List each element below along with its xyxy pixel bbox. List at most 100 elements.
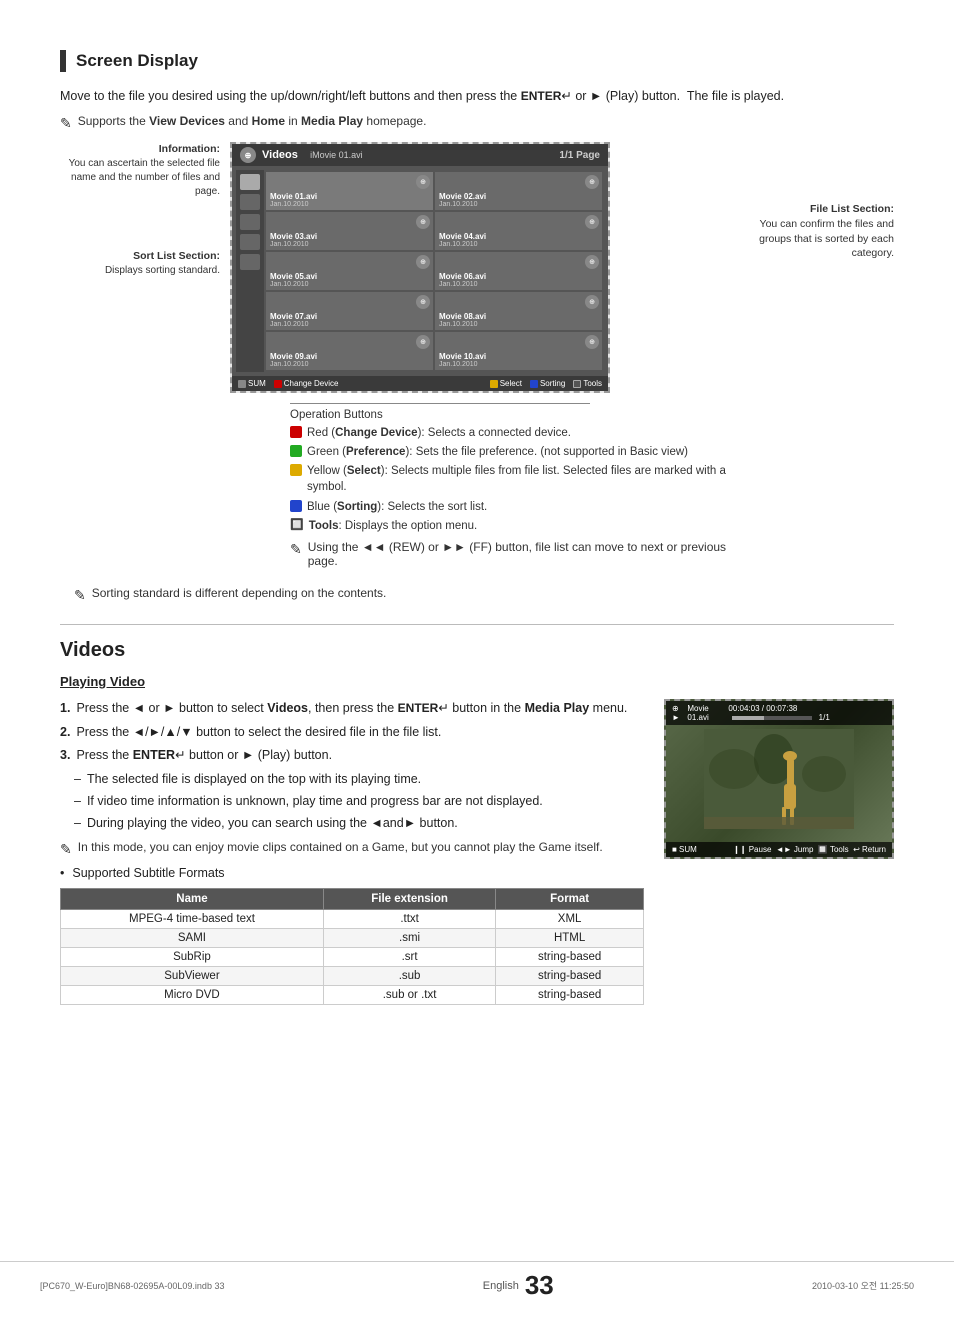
info-label-title: Information: <box>60 142 220 157</box>
screen-display-title: Screen Display <box>76 51 198 71</box>
player-controls: ❙❙ Pause ◄► Jump 🔲 Tools ↩ Return <box>733 845 886 854</box>
op-yellow: Yellow (Select): Selects multiple files … <box>290 463 734 495</box>
tv-file-2: ⊕ Movie 02.avi Jan.10.2010 <box>435 172 602 210</box>
playing-video-title: Playing Video <box>60 674 894 689</box>
op-blue: Blue (Sorting): Selects the sort list. <box>290 499 734 515</box>
diagram-labels-left: Information: You can ascertain the selec… <box>60 142 230 576</box>
note-icon-4: ✎ <box>60 841 72 858</box>
subtitle-formats-heading-point: • Supported Subtitle Formats <box>60 866 644 880</box>
file-icon-4: ⊕ <box>585 215 599 229</box>
tv-file-6: ⊕ Movie 06.avi Jan.10.2010 <box>435 252 602 290</box>
file-icon-2: ⊕ <box>585 175 599 189</box>
file-list-body: You can confirm the files and groups tha… <box>744 217 894 261</box>
file-icon-10: ⊕ <box>585 335 599 349</box>
video-overlay-bottom: ■ SUM ❙❙ Pause ◄► Jump 🔲 Tools ↩ Return <box>666 842 892 857</box>
sort-label-body: Displays sorting standard. <box>60 264 220 278</box>
row2-ext: .smi <box>323 929 495 948</box>
row1-name: MPEG-4 time-based text <box>61 910 324 929</box>
bullet-1: The selected file is displayed on the to… <box>74 770 644 789</box>
tools-color <box>573 380 581 388</box>
heading-bar <box>60 50 66 72</box>
select-color <box>490 380 498 388</box>
tv-header-title: Videos iMovie 01.avi <box>262 149 559 161</box>
row2-format: HTML <box>496 929 644 948</box>
tv-file-10: ⊕ Movie 10.avi Jan.10.2010 <box>435 332 602 370</box>
section-divider <box>60 624 894 625</box>
steps-list: 1. Press the ◄ or ► button to select Vid… <box>60 699 644 765</box>
footer-left: [PC670_W-Euro]BN68-02695A-00L09.indb 33 <box>40 1281 224 1291</box>
videos-right-col: ⊕ ► Movie 01.avi 00:04:03 / 00:07:38 1/1 <box>664 699 894 859</box>
tv-file-9: ⊕ Movie 09.avi Jan.10.2010 <box>266 332 433 370</box>
videos-section-title: Videos <box>60 639 894 662</box>
tv-header: ⊕ Videos iMovie 01.avi 1/1 Page <box>232 144 608 166</box>
tv-bottom-bar: SUM Change Device Select Sorting <box>232 376 608 391</box>
sorting-btn: Sorting <box>530 379 565 388</box>
tv-screen: ⊕ Videos iMovie 01.avi 1/1 Page <box>230 142 610 393</box>
table-row: Micro DVD .sub or .txt string-based <box>61 986 644 1005</box>
file-icon-3: ⊕ <box>416 215 430 229</box>
player-filename: Movie 01.avi <box>687 704 728 722</box>
row4-name: SubViewer <box>61 967 324 986</box>
diagram-labels-right: File List Section: You can confirm the f… <box>734 142 894 576</box>
player-time: 00:04:03 / 00:07:38 <box>728 704 797 713</box>
yellow-color-btn <box>290 464 302 476</box>
rew-ff-note: ✎ Using the ◄◄ (REW) or ►► (FF) button, … <box>290 540 734 568</box>
row4-format: string-based <box>496 967 644 986</box>
row1-ext: .ttxt <box>323 910 495 929</box>
red-color-btn <box>290 426 302 438</box>
row4-ext: .sub <box>323 967 495 986</box>
note-icon-3: ✎ <box>74 587 86 604</box>
row3-ext: .srt <box>323 948 495 967</box>
operation-section: Operation Buttons Red (Change Device): S… <box>230 403 734 568</box>
col-name: Name <box>61 889 324 910</box>
giraffe-svg <box>704 729 854 829</box>
step-3: 3. Press the ENTER↵ button or ► (Play) b… <box>60 746 644 765</box>
player-icon: ⊕ ► <box>672 704 687 722</box>
file-icon-9: ⊕ <box>416 335 430 349</box>
sidebar-item-5 <box>240 254 260 270</box>
screen-display-heading: Screen Display <box>60 50 894 72</box>
green-color-btn <box>290 445 302 457</box>
row2-name: SAMI <box>61 929 324 948</box>
op-red: Red (Change Device): Selects a connected… <box>290 425 734 441</box>
tv-file-3: ⊕ Movie 03.avi Jan.10.2010 <box>266 212 433 250</box>
tv-header-page: 1/1 Page <box>559 150 600 161</box>
change-btn: Change Device <box>274 379 339 388</box>
sidebar-item-1 <box>240 174 260 190</box>
operation-title: Operation Buttons <box>290 409 734 421</box>
diagram-area: Information: You can ascertain the selec… <box>60 142 894 576</box>
game-note: ✎ In this mode, you can enjoy movie clip… <box>60 840 644 858</box>
page-number: 33 <box>525 1270 554 1301</box>
bullets-list: The selected file is displayed on the to… <box>60 770 644 832</box>
rew-ff-text: Using the ◄◄ (REW) or ►► (FF) button, fi… <box>308 540 734 568</box>
tv-file-8: ⊕ Movie 08.avi Jan.10.2010 <box>435 292 602 330</box>
file-list-label: File List Section: You can confirm the f… <box>744 202 894 261</box>
game-note-text: In this mode, you can enjoy movie clips … <box>78 840 603 854</box>
table-row: MPEG-4 time-based text .ttxt XML <box>61 910 644 929</box>
view-devices-text: Supports the View Devices and Home in Me… <box>78 114 427 128</box>
blue-color-btn <box>290 500 302 512</box>
video-player: ⊕ ► Movie 01.avi 00:04:03 / 00:07:38 1/1 <box>664 699 894 859</box>
view-devices-note: ✎ Supports the View Devices and Home in … <box>60 114 894 132</box>
sort-note: ✎ Sorting standard is different dependin… <box>74 586 894 604</box>
sort-label-block: Sort List Section: Displays sorting stan… <box>60 249 220 278</box>
sort-label-title: Sort List Section: <box>60 249 220 264</box>
col-format: Format <box>496 889 644 910</box>
tv-file-4: ⊕ Movie 04.avi Jan.10.2010 <box>435 212 602 250</box>
file-icon-8: ⊕ <box>585 295 599 309</box>
op-tools: 🔲 Tools: Displays the option menu. <box>290 518 734 534</box>
row1-format: XML <box>496 910 644 929</box>
progress-bar <box>732 716 812 720</box>
sorting-color <box>530 380 538 388</box>
note-icon-2: ✎ <box>290 541 302 558</box>
tv-file-7: ⊕ Movie 07.avi Jan.10.2010 <box>266 292 433 330</box>
subtitle-heading-text: Supported Subtitle Formats <box>72 866 224 880</box>
tv-file-1: ⊕ Movie 01.avi Jan.10.2010 <box>266 172 433 210</box>
file-icon-5: ⊕ <box>416 255 430 269</box>
row3-name: SubRip <box>61 948 324 967</box>
select-btn: Select <box>490 379 522 388</box>
file-icon-6: ⊕ <box>585 255 599 269</box>
page-number-area: English 33 <box>483 1270 554 1301</box>
op-green: Green (Preference): Sets the file prefer… <box>290 444 734 460</box>
row5-format: string-based <box>496 986 644 1005</box>
